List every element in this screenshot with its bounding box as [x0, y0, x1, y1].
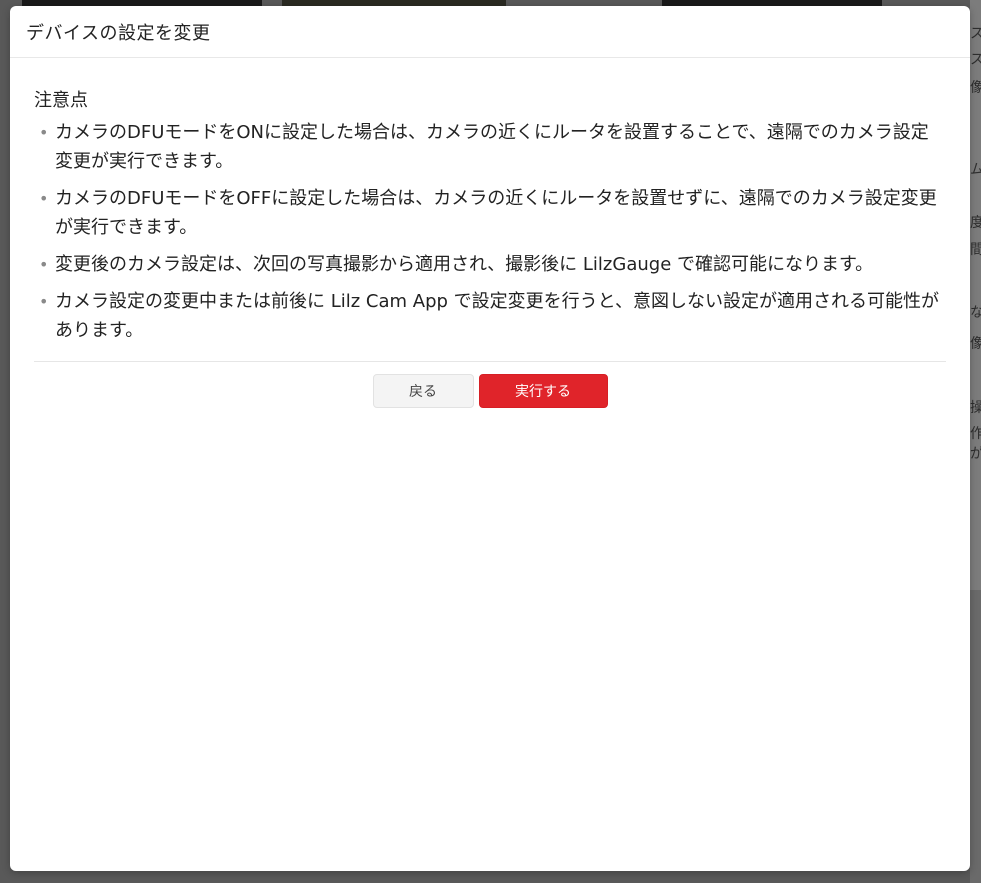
notice-item: • カメラのDFUモードをOFFに設定した場合は、カメラの近くにルータを設置せず…: [34, 184, 946, 242]
background-text: が: [970, 446, 981, 462]
dialog-body: 注意点 • カメラのDFUモードをONに設定した場合は、カメラの近くにルータを設…: [10, 58, 970, 345]
background-text: ム: [970, 162, 981, 178]
notice-text: カメラ設定の変更中または前後に Lilz Cam App で設定変更を行うと、意…: [55, 291, 939, 341]
bullet-icon: •: [39, 123, 49, 142]
background-side-panel: ス ス 像 ム 度 間 な 像 操 作 が: [970, 0, 981, 883]
notice-text: カメラのDFUモードをOFFに設定した場合は、カメラの近くにルータを設置せずに、…: [55, 188, 937, 238]
execute-button[interactable]: 実行する: [478, 374, 608, 408]
dialog-footer: 戻る 実行する: [10, 374, 970, 408]
notice-item: • カメラのDFUモードをONに設定した場合は、カメラの近くにルータを設置するこ…: [34, 118, 946, 176]
background-text: 操: [970, 400, 981, 416]
background-text: な: [970, 305, 981, 321]
notice-list: • カメラのDFUモードをONに設定した場合は、カメラの近くにルータを設置するこ…: [34, 118, 946, 345]
bullet-icon: •: [39, 255, 49, 274]
background-text: 作: [970, 426, 981, 442]
back-button[interactable]: 戻る: [372, 374, 474, 408]
background-text: 度: [970, 215, 981, 231]
background-text: 間: [970, 242, 981, 258]
dialog-header: デバイスの設定を変更: [10, 6, 970, 58]
notice-item: • 変更後のカメラ設定は、次回の写真撮影から適用され、撮影後に LilzGaug…: [34, 250, 946, 279]
dialog-title: デバイスの設定を変更: [26, 22, 211, 44]
background-text: 像: [970, 80, 981, 96]
footer-divider: [34, 361, 946, 362]
background-text: ス: [970, 52, 981, 68]
bullet-icon: •: [39, 292, 49, 311]
bullet-icon: •: [39, 189, 49, 208]
notice-heading: 注意点: [34, 90, 88, 111]
background-text: 像: [970, 336, 981, 352]
notice-text: カメラのDFUモードをONに設定した場合は、カメラの近くにルータを設置することで…: [55, 122, 929, 172]
background-text: ス: [970, 26, 981, 42]
change-device-settings-dialog: デバイスの設定を変更 注意点 • カメラのDFUモードをONに設定した場合は、カ…: [10, 6, 970, 871]
notice-text: 変更後のカメラ設定は、次回の写真撮影から適用され、撮影後に LilzGauge …: [55, 254, 874, 275]
notice-item: • カメラ設定の変更中または前後に Lilz Cam App で設定変更を行うと…: [34, 287, 946, 345]
